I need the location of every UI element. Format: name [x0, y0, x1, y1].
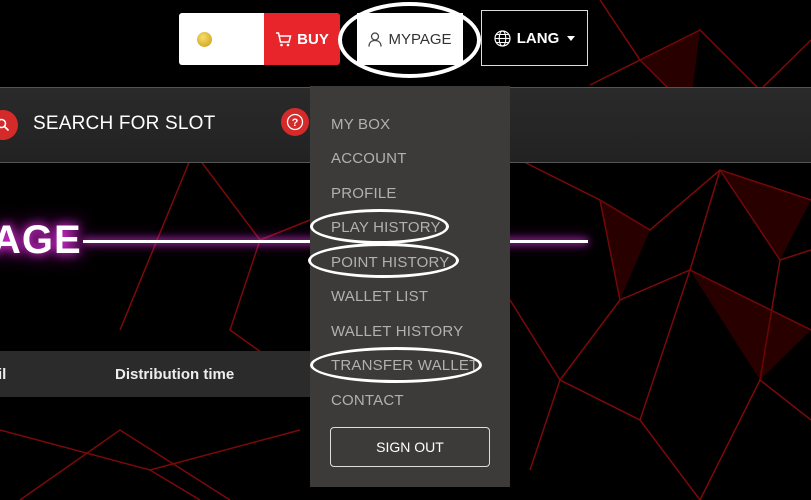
menu-item-wallet-history[interactable]: WALLET HISTORY	[331, 323, 463, 340]
coin-balance-box[interactable]	[179, 13, 264, 65]
svg-text:?: ?	[292, 117, 299, 129]
globe-icon	[494, 29, 511, 47]
buy-button[interactable]: BUY	[264, 13, 340, 65]
column-header-distribution-time: Distribution time	[115, 366, 235, 383]
mypage-button[interactable]: MYPAGE	[357, 13, 463, 65]
caret-down-icon	[567, 35, 576, 41]
menu-item-account[interactable]: ACCOUNT	[331, 150, 407, 167]
mypage-dropdown-menu: MY BOX ACCOUNT PROFILE PLAY HISTORY POIN…	[310, 86, 510, 487]
menu-item-profile[interactable]: PROFILE	[331, 185, 397, 202]
mypage-label: MYPAGE	[388, 30, 452, 48]
buy-label: BUY	[297, 30, 329, 48]
menu-item-transfer-wallet[interactable]: TRANSFER WALLET	[331, 357, 478, 374]
user-icon	[368, 31, 383, 47]
menu-item-my-box[interactable]: MY BOX	[331, 116, 390, 133]
menu-item-wallet-list[interactable]: WALLET LIST	[331, 288, 428, 305]
coin-icon	[197, 32, 212, 47]
search-icon[interactable]	[0, 110, 18, 140]
menu-item-contact[interactable]: CONTACT	[331, 392, 404, 409]
menu-item-point-history[interactable]: POINT HISTORY	[331, 254, 449, 271]
cart-icon	[276, 31, 292, 46]
lang-label: LANG	[516, 29, 560, 47]
help-icon[interactable]: ?	[281, 108, 309, 136]
page-title: AGE	[0, 218, 82, 262]
sign-out-button[interactable]: SIGN OUT	[330, 427, 490, 467]
table-header: il Distribution time	[0, 351, 330, 397]
menu-item-play-history[interactable]: PLAY HISTORY	[331, 219, 441, 236]
column-header-detail: il	[0, 366, 7, 383]
language-selector[interactable]: LANG	[481, 10, 588, 66]
search-for-slot-label[interactable]: SEARCH FOR SLOT	[33, 113, 215, 135]
